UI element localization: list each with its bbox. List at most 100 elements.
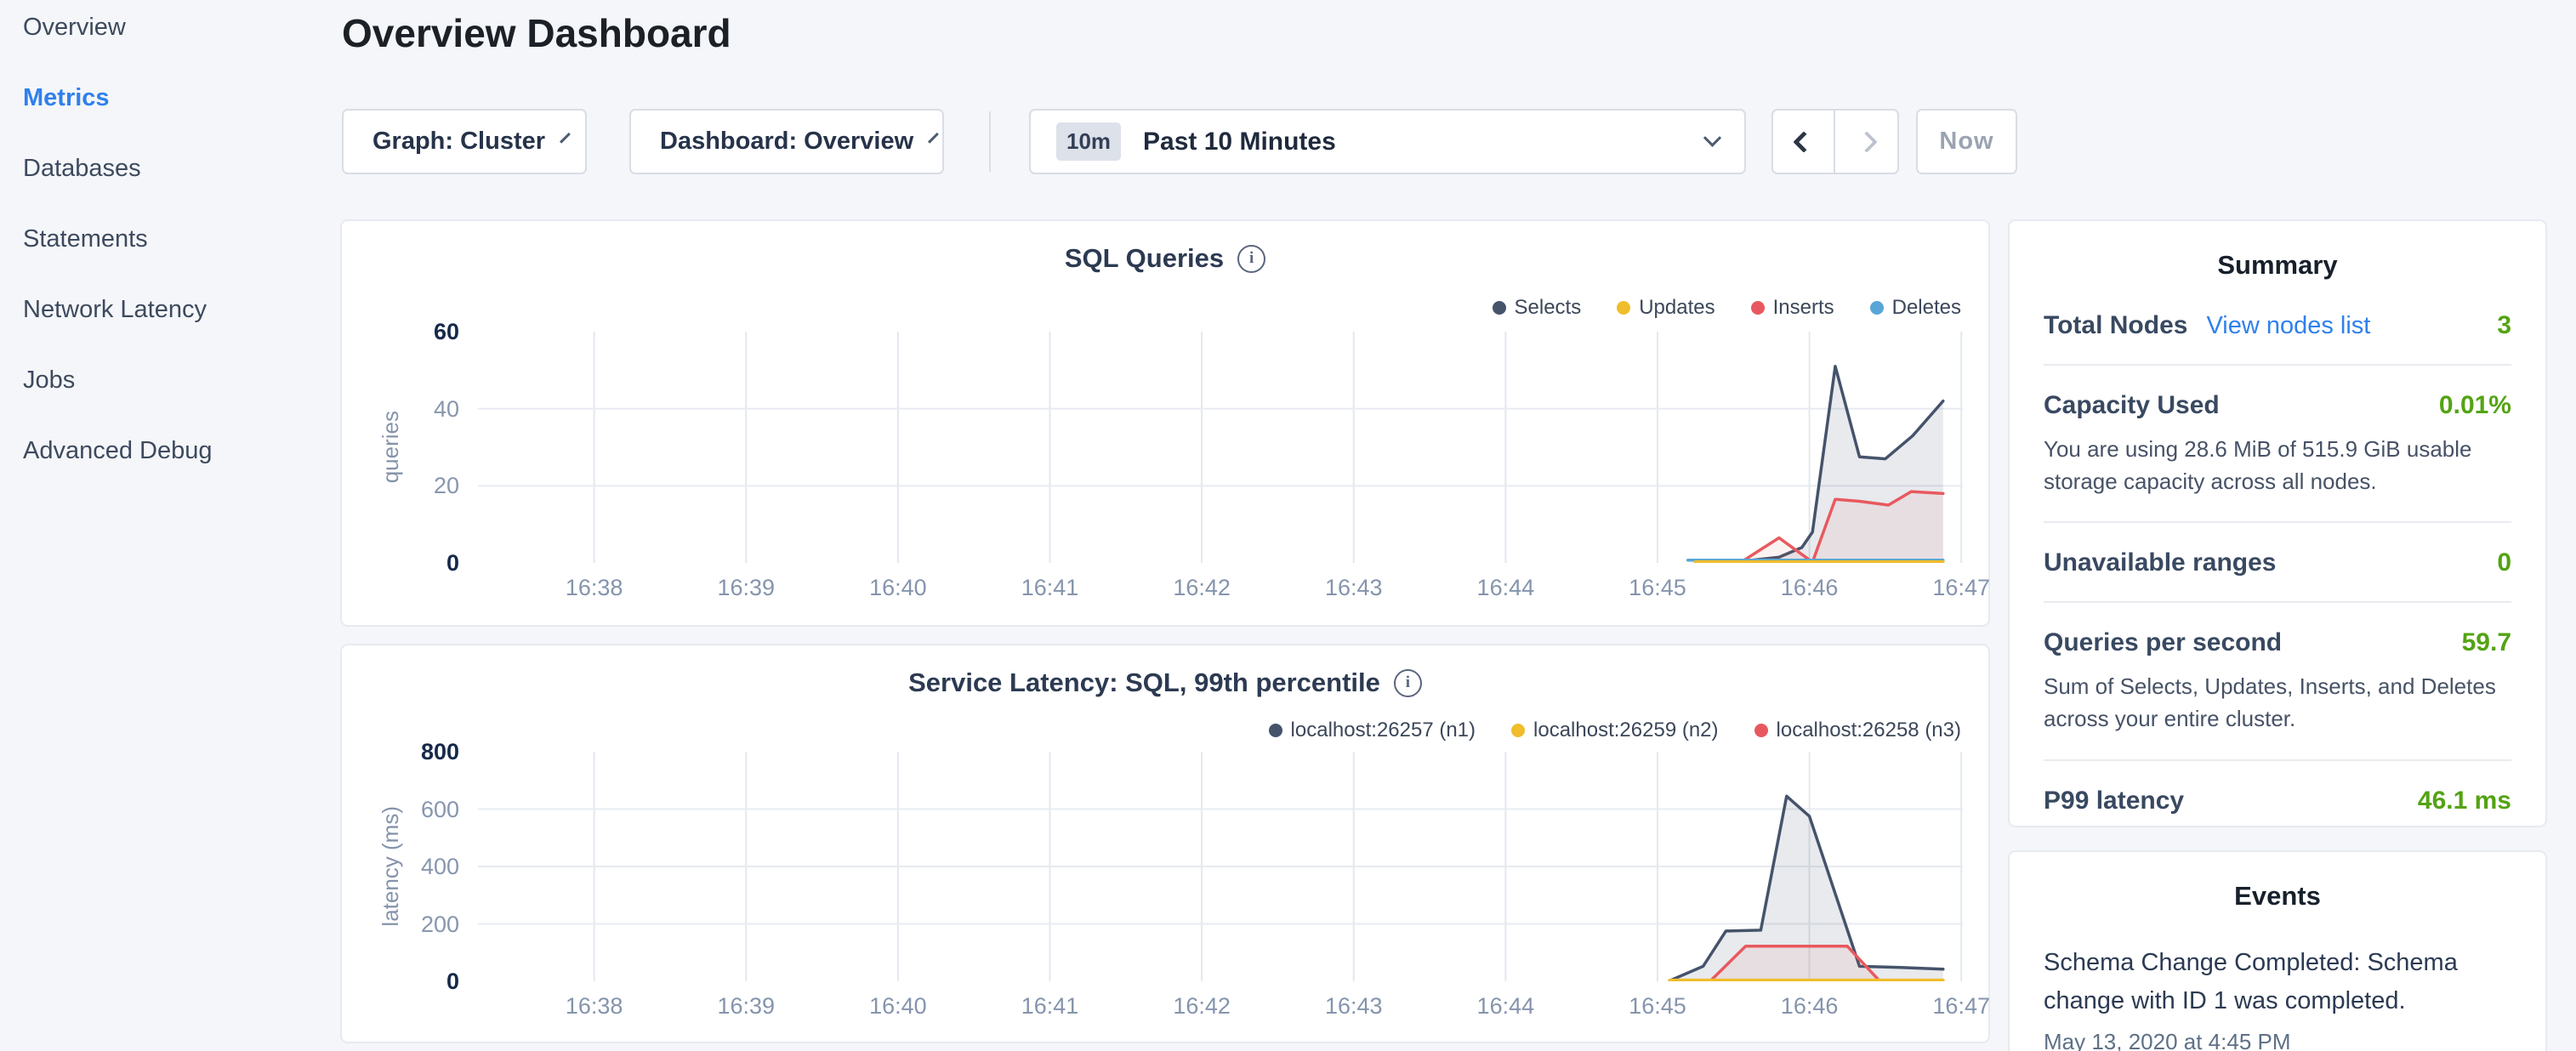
x-axis-tick: 16:44 bbox=[1459, 575, 1552, 601]
series-color-dot bbox=[1493, 301, 1506, 315]
time-step-buttons bbox=[1771, 109, 1899, 174]
legend-item-deletes[interactable]: Deletes bbox=[1870, 296, 1961, 320]
summary-row-value: 59.7 bbox=[2462, 628, 2511, 657]
summary-row-value: 0.01% bbox=[2439, 391, 2511, 420]
legend-label: localhost:26257 (n1) bbox=[1291, 719, 1476, 742]
x-axis-tick: 16:43 bbox=[1307, 993, 1401, 1020]
chart-legend: localhost:26257 (n1) localhost:26259 (n2… bbox=[1269, 719, 1961, 742]
x-axis-tick: 16:40 bbox=[851, 993, 945, 1020]
legend-item-inserts[interactable]: Inserts bbox=[1751, 296, 1834, 320]
x-axis-tick: 16:45 bbox=[1611, 993, 1704, 1020]
info-icon[interactable]: i bbox=[1237, 245, 1265, 273]
sql-queries-chart: SQL Queries i Selects Updates Inserts De… bbox=[342, 221, 1988, 625]
chart-title: Service Latency: SQL, 99th percentile bbox=[908, 668, 1380, 698]
controls-divider bbox=[989, 111, 991, 172]
summary-title: Summary bbox=[2010, 221, 2545, 281]
summary-panel: Summary Total Nodes View nodes list 3 Ca… bbox=[2008, 219, 2547, 827]
x-axis-tick: 16:47 bbox=[1914, 993, 2008, 1020]
legend-item-updates[interactable]: Updates bbox=[1617, 296, 1714, 320]
summary-row-label: Total Nodes bbox=[2044, 311, 2187, 340]
x-axis-tick: 16:40 bbox=[851, 575, 945, 601]
view-nodes-list-link[interactable]: View nodes list bbox=[2206, 312, 2370, 340]
series-color-dot bbox=[1617, 301, 1630, 315]
y-axis-tick: 600 bbox=[342, 797, 459, 823]
y-axis-tick: 800 bbox=[342, 739, 459, 765]
event-timestamp: May 13, 2020 at 4:45 PM bbox=[2044, 1029, 2511, 1051]
event-message: Schema Change Completed: Schema change w… bbox=[2044, 944, 2511, 1020]
dashboard-dropdown-label: Dashboard: Overview bbox=[660, 128, 913, 156]
x-axis-tick: 16:42 bbox=[1155, 993, 1248, 1020]
legend-item-n2[interactable]: localhost:26259 (n2) bbox=[1511, 719, 1718, 742]
summary-row-queries-per-second: Queries per second 59.7 Sum of Selects, … bbox=[2044, 603, 2511, 760]
sidebar-item-network-latency[interactable]: Network Latency bbox=[23, 294, 213, 325]
legend-item-n1[interactable]: localhost:26257 (n1) bbox=[1269, 719, 1476, 742]
now-button[interactable]: Now bbox=[1916, 109, 2017, 174]
y-axis-tick: 60 bbox=[342, 319, 459, 345]
x-axis-tick: 16:38 bbox=[548, 993, 641, 1020]
event-list-item[interactable]: Schema Change Completed: Schema change w… bbox=[2010, 912, 2545, 1051]
summary-row-label: P99 latency bbox=[2044, 787, 2184, 815]
sidebar-item-jobs[interactable]: Jobs bbox=[23, 365, 213, 395]
summary-row-label: Capacity Used bbox=[2044, 391, 2220, 420]
chart-legend: Selects Updates Inserts Deletes bbox=[1493, 296, 1962, 320]
sidebar-item-statements[interactable]: Statements bbox=[23, 224, 213, 254]
x-axis-tick: 16:39 bbox=[699, 993, 793, 1020]
legend-label: Inserts bbox=[1773, 296, 1834, 320]
x-axis-tick: 16:41 bbox=[1004, 575, 1097, 601]
y-axis-tick: 20 bbox=[342, 473, 459, 499]
summary-row-label: Queries per second bbox=[2044, 628, 2282, 657]
events-title: Events bbox=[2010, 852, 2545, 912]
sidebar-item-overview[interactable]: Overview bbox=[23, 12, 213, 43]
summary-row-total-nodes: Total Nodes View nodes list 3 bbox=[2044, 286, 2511, 366]
summary-row-unavailable-ranges: Unavailable ranges 0 bbox=[2044, 523, 2511, 603]
chart-plot-area[interactable] bbox=[478, 752, 1963, 981]
series-color-dot bbox=[1870, 301, 1884, 315]
chart-title: SQL Queries bbox=[1065, 243, 1224, 274]
chevron-down-icon bbox=[1703, 129, 1721, 147]
x-axis-tick: 16:44 bbox=[1459, 993, 1552, 1020]
legend-label: Deletes bbox=[1892, 296, 1961, 320]
x-axis-tick: 16:46 bbox=[1763, 993, 1857, 1020]
summary-row-description: Sum of Selects, Updates, Inserts, and De… bbox=[2044, 671, 2511, 735]
legend-label: Updates bbox=[1639, 296, 1714, 320]
x-axis-tick: 16:45 bbox=[1611, 575, 1704, 601]
sidebar: Overview Metrics Databases Statements Ne… bbox=[23, 12, 213, 466]
x-axis-tick: 16:46 bbox=[1763, 575, 1857, 601]
sidebar-item-databases[interactable]: Databases bbox=[23, 153, 213, 184]
graph-scope-dropdown-label: Graph: Cluster bbox=[372, 128, 545, 156]
events-panel: Events Schema Change Completed: Schema c… bbox=[2008, 850, 2547, 1051]
dashboard-dropdown[interactable]: Dashboard: Overview bbox=[629, 109, 944, 174]
sidebar-item-advanced-debug[interactable]: Advanced Debug bbox=[23, 435, 213, 466]
time-range-label: Past 10 Minutes bbox=[1143, 128, 1706, 156]
summary-row-value: 0 bbox=[2497, 548, 2511, 577]
info-icon[interactable]: i bbox=[1394, 669, 1422, 697]
y-axis-tick: 0 bbox=[342, 550, 459, 577]
summary-row-capacity-used: Capacity Used 0.01% You are using 28.6 M… bbox=[2044, 366, 2511, 523]
legend-label: Selects bbox=[1515, 296, 1582, 320]
chevron-right-icon bbox=[1856, 131, 1877, 152]
series-color-dot bbox=[1269, 724, 1282, 737]
chart-plot-area[interactable] bbox=[478, 332, 1963, 563]
time-step-forward-button[interactable] bbox=[1835, 111, 1897, 173]
legend-label: localhost:26258 (n3) bbox=[1777, 719, 1961, 742]
sidebar-item-metrics[interactable]: Metrics bbox=[23, 82, 213, 113]
graph-scope-dropdown[interactable]: Graph: Cluster bbox=[342, 109, 587, 174]
y-axis-tick: 200 bbox=[342, 912, 459, 938]
legend-item-selects[interactable]: Selects bbox=[1493, 296, 1582, 320]
x-axis-tick: 16:47 bbox=[1914, 575, 2008, 601]
sql-queries-chart-card: SQL Queries i Selects Updates Inserts De… bbox=[340, 219, 1990, 627]
chevron-left-icon bbox=[1793, 131, 1814, 152]
summary-row-value: 46.1 ms bbox=[2418, 787, 2511, 815]
summary-row-label: Unavailable ranges bbox=[2044, 548, 2276, 577]
series-color-dot bbox=[1751, 301, 1765, 315]
chevron-down-icon bbox=[928, 133, 939, 144]
legend-item-n3[interactable]: localhost:26258 (n3) bbox=[1754, 719, 1961, 742]
time-step-back-button[interactable] bbox=[1773, 111, 1835, 173]
x-axis-tick: 16:42 bbox=[1155, 575, 1248, 601]
page-title: Overview Dashboard bbox=[342, 10, 731, 56]
service-latency-chart-card: Service Latency: SQL, 99th percentile i … bbox=[340, 644, 1990, 1043]
y-axis-tick: 0 bbox=[342, 969, 459, 995]
summary-row-value: 3 bbox=[2497, 311, 2511, 340]
time-range-dropdown[interactable]: 10m Past 10 Minutes bbox=[1029, 109, 1746, 174]
series-color-dot bbox=[1754, 724, 1768, 737]
